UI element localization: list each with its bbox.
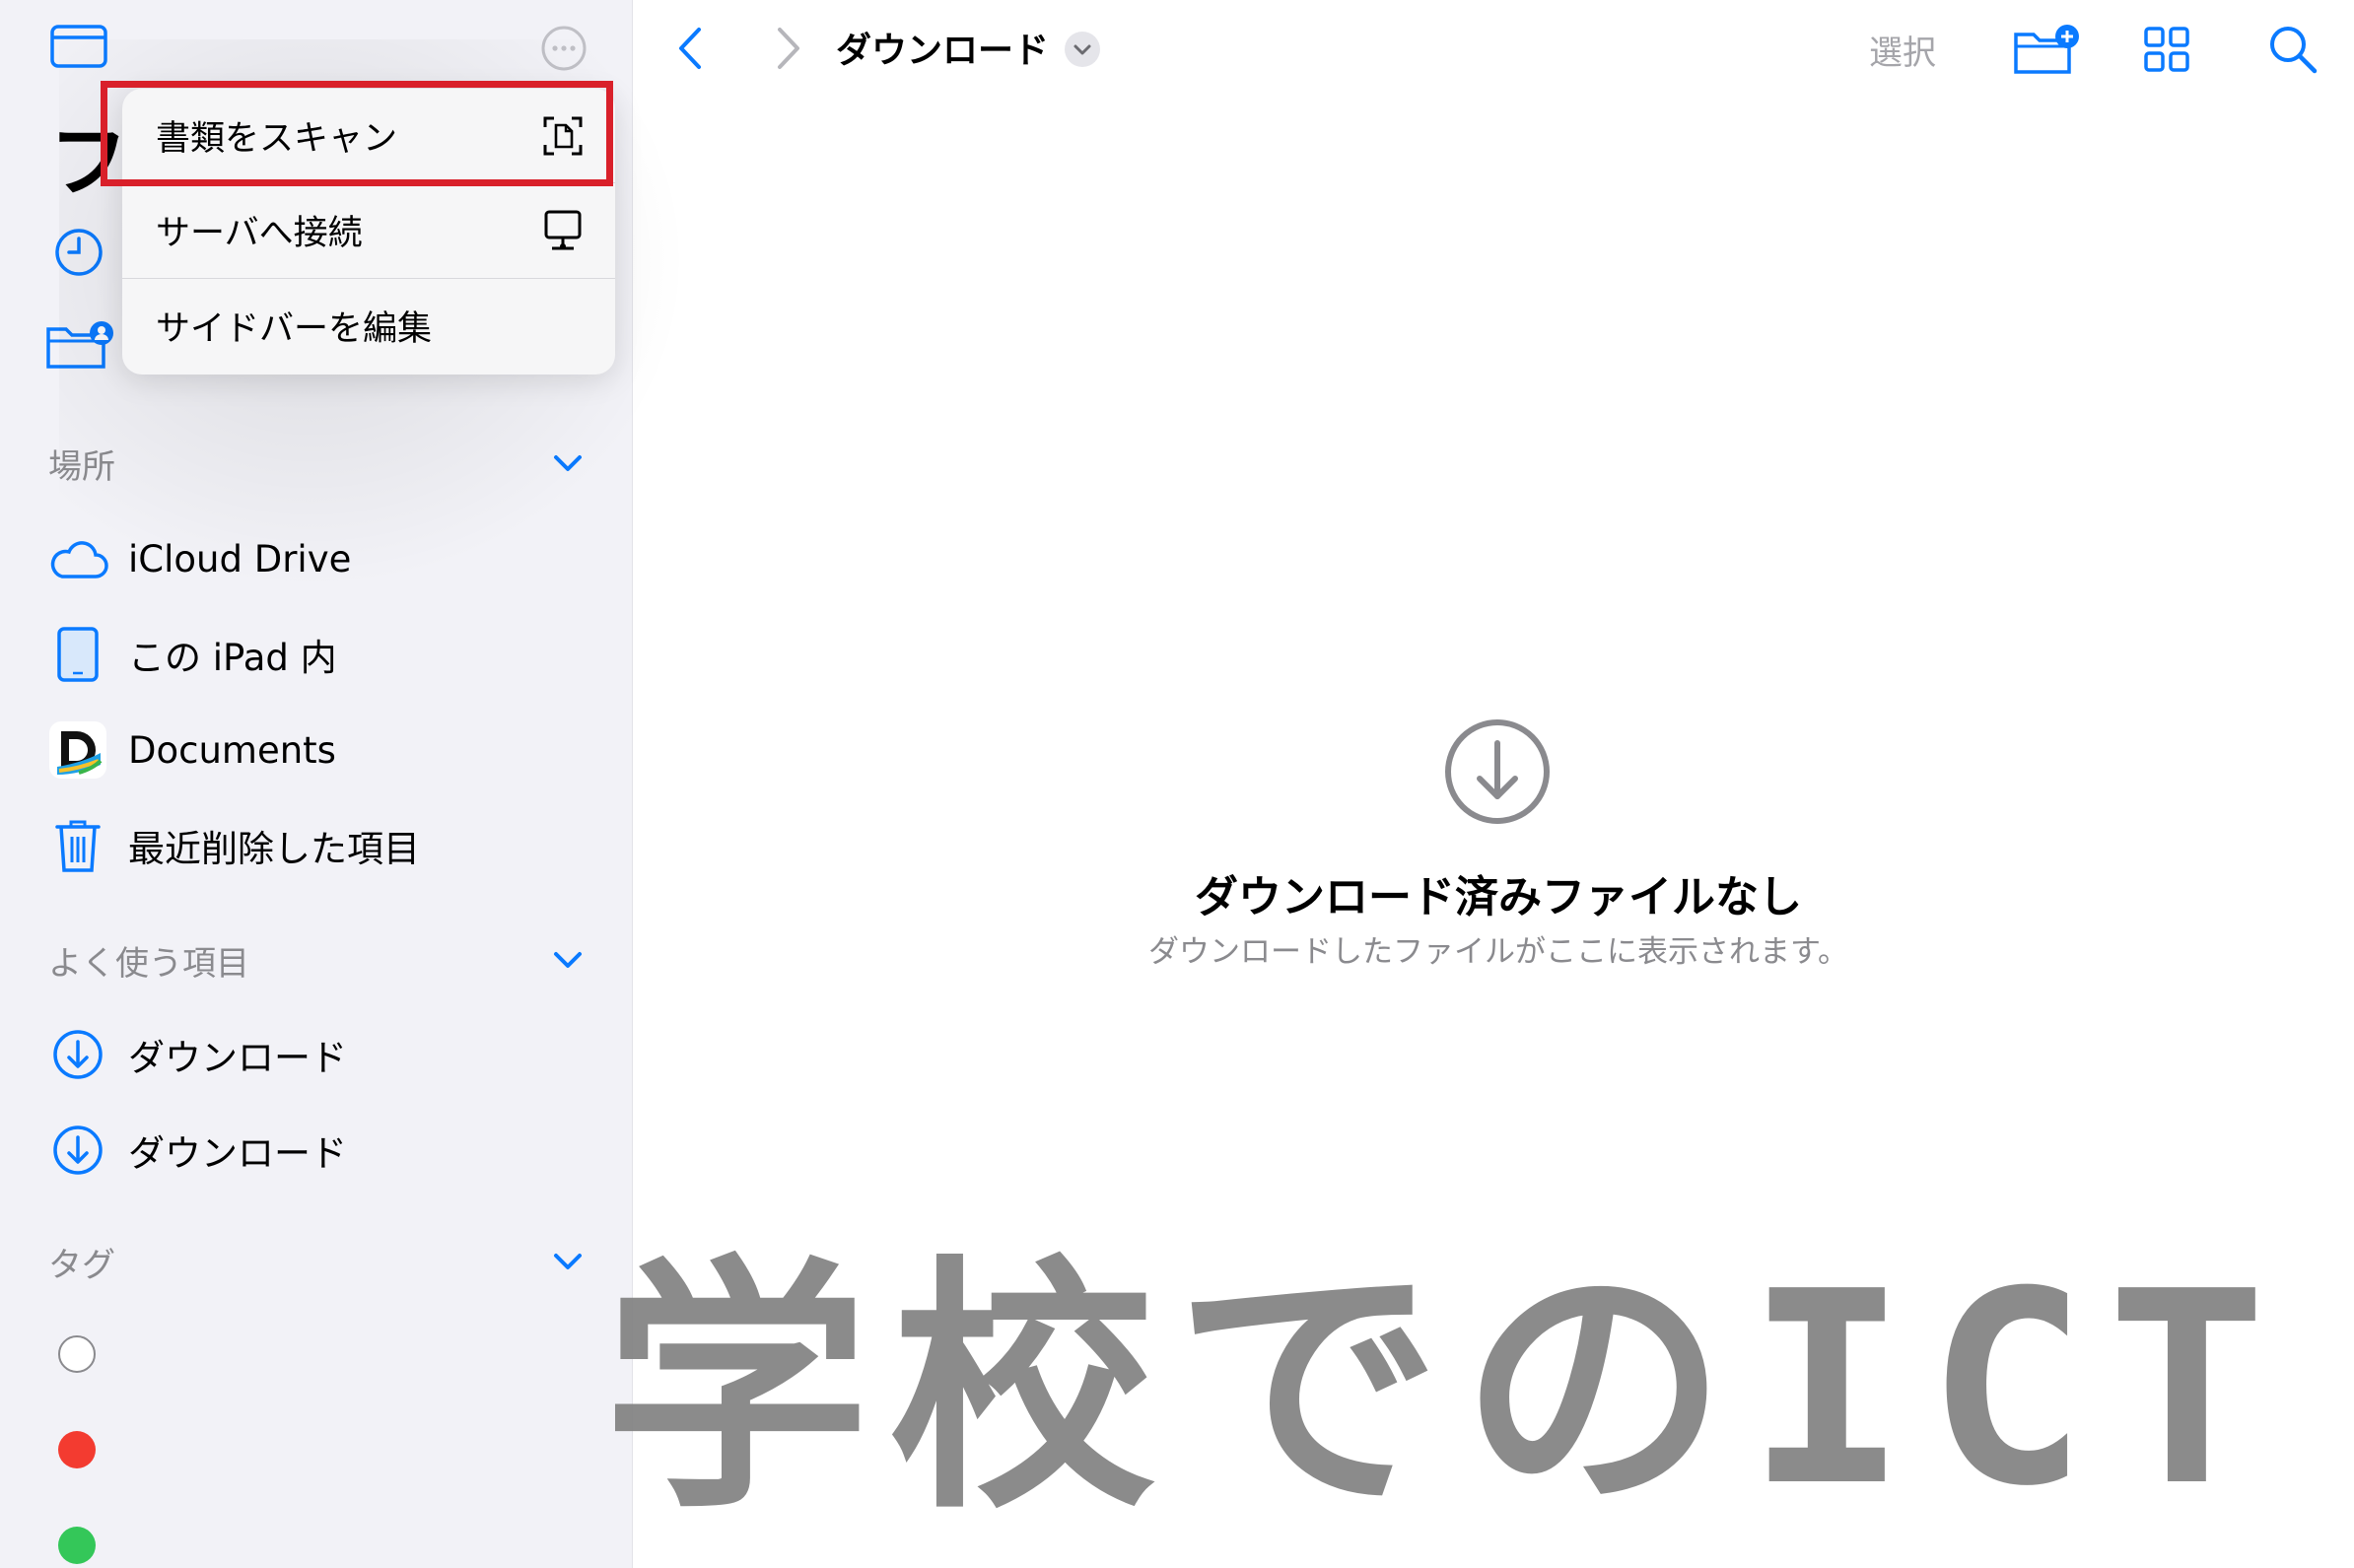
sidebar-item-downloads[interactable]: ダウンロード <box>43 1015 595 1094</box>
chevron-down-icon[interactable] <box>548 1242 588 1281</box>
empty-state-title: ダウンロード済みファイルなし <box>1195 872 1802 922</box>
more-options-menu: 書類をスキャン サーバへ接続 サイドバーを編集 <box>122 89 615 375</box>
ipad-icon <box>43 620 112 689</box>
section-header-favorites: よく使う項目 <box>48 944 249 984</box>
folder-plus-icon <box>2014 25 2079 74</box>
search-button[interactable] <box>2265 22 2320 77</box>
view-options-button[interactable] <box>2139 22 2194 77</box>
sidebar-item-label: iCloud Drive <box>128 537 352 580</box>
grid-icon <box>2144 27 2189 72</box>
chevron-right-icon <box>778 28 799 69</box>
menu-item-label: 書類をスキャン <box>156 119 398 159</box>
download-circle-icon <box>43 1116 112 1185</box>
sidebar-item-label: ダウンロード <box>128 1132 347 1175</box>
documents-app-icon <box>43 716 112 784</box>
more-options-button[interactable] <box>539 24 588 73</box>
empty-state-subtitle: ダウンロードしたファイルがここに表示されます。 <box>1148 934 1848 970</box>
chevron-down-icon[interactable] <box>548 443 588 483</box>
document-scan-icon <box>538 111 588 161</box>
sidebar-item-downloads[interactable]: ダウンロード <box>43 1111 595 1190</box>
sidebar-item-label: Documents <box>128 728 336 772</box>
sidebar-item-on-my-ipad[interactable]: この iPad 内 <box>43 615 595 694</box>
forward-button[interactable] <box>769 24 808 73</box>
menu-item-label: サーバへ接続 <box>156 214 363 253</box>
sidebar-item-label: ダウンロード <box>128 1037 347 1079</box>
search-icon <box>2270 27 2318 74</box>
new-folder-button[interactable] <box>2011 22 2082 77</box>
section-header-tags: タグ <box>48 1246 115 1285</box>
select-button[interactable]: 選択 <box>1869 26 1936 74</box>
server-display-icon <box>538 206 588 255</box>
watermark-text: 学校でのICT <box>603 1234 2287 1544</box>
sidebar-item-icloud-drive[interactable]: iCloud Drive <box>43 519 595 598</box>
menu-item-label: サイドバーを編集 <box>156 309 433 349</box>
tag-none[interactable] <box>58 1335 96 1373</box>
back-button[interactable] <box>670 24 710 73</box>
sidebar-item-label: 最近削除した項目 <box>128 828 420 870</box>
clock-icon <box>55 229 103 276</box>
sidebar-title: フ <box>49 116 128 208</box>
sidebar-item-documents[interactable]: Documents <box>43 711 595 789</box>
download-circle-icon <box>43 1020 112 1089</box>
sidebar-item-label: この iPad 内 <box>128 637 337 679</box>
tag-red[interactable] <box>58 1431 96 1468</box>
chevron-down-circle-icon <box>1065 32 1100 67</box>
page-title: ダウンロード <box>836 31 1050 71</box>
sidebar-item-recently-deleted[interactable]: 最近削除した項目 <box>43 806 595 885</box>
icloud-icon <box>43 524 112 593</box>
chevron-down-icon[interactable] <box>548 940 588 980</box>
chevron-left-icon <box>679 28 701 69</box>
menu-item-connect-to-server[interactable]: サーバへ接続 <box>122 183 615 277</box>
ellipsis-circle-icon <box>541 26 587 71</box>
download-circle-icon <box>1445 719 1550 824</box>
tag-green[interactable] <box>58 1527 96 1564</box>
title-menu-button[interactable] <box>1063 30 1102 69</box>
shared-folder-icon <box>46 321 113 369</box>
recents-button[interactable] <box>49 223 108 282</box>
trash-icon <box>43 811 112 880</box>
sidebar-toggle-icon <box>50 25 107 68</box>
menu-item-scan-documents[interactable]: 書類をスキャン <box>122 89 615 182</box>
shared-button[interactable] <box>43 315 114 375</box>
menu-item-edit-sidebar[interactable]: サイドバーを編集 <box>122 279 615 373</box>
section-header-locations: 場所 <box>48 447 115 487</box>
sidebar-toggle-button[interactable] <box>49 24 108 69</box>
